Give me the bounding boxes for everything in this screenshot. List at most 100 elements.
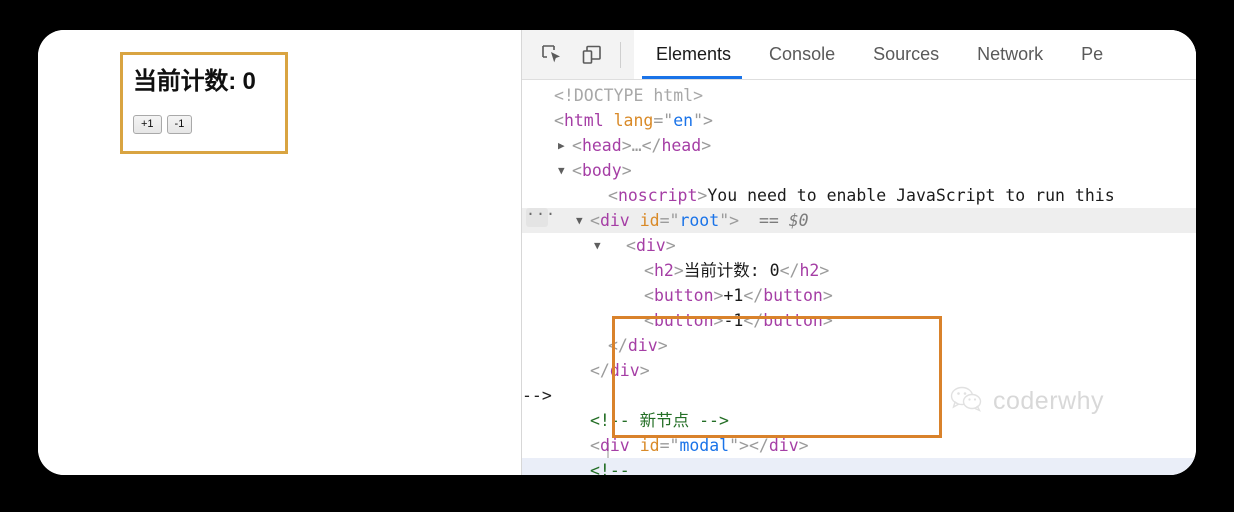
dom-row-inner-div[interactable]: ▼ <div>: [522, 233, 1196, 258]
collapse-arrow-icon[interactable]: ▼: [558, 158, 565, 183]
dom-row-head[interactable]: ▶ <head>…</head>: [522, 133, 1196, 158]
device-toolbar-icon[interactable]: [580, 43, 604, 67]
increment-button[interactable]: +1: [133, 115, 162, 134]
button-plus-markup: <button>+1</button>: [626, 286, 833, 305]
equals: =": [659, 211, 680, 230]
tab-network[interactable]: Network: [958, 30, 1062, 79]
h2-text: 当前计数: 0: [683, 261, 780, 280]
dom-row-doctype[interactable]: <!DOCTYPE html>: [522, 83, 1196, 108]
angle-open: <: [572, 161, 582, 180]
angle-close: >: [673, 261, 684, 280]
button-tag-name: button: [653, 311, 714, 330]
button-tag-name-close: button: [763, 286, 823, 305]
inner-div-tag-name-close: div: [627, 336, 658, 355]
button-minus-markup: <button>-1</button>: [626, 311, 833, 330]
dom-row-modal-div[interactable]: <div id="modal"></div>: [522, 433, 1196, 458]
tab-sources[interactable]: Sources: [854, 30, 958, 79]
inner-div-tag-name: div: [635, 236, 666, 255]
id-attr-name: id: [639, 211, 660, 230]
angle-open: <: [644, 261, 654, 280]
counter-button-group: +1 -1: [133, 115, 193, 134]
dom-row-body[interactable]: ▼ <body>: [522, 158, 1196, 183]
inspect-element-icon[interactable]: [540, 43, 564, 67]
modal-id-value: modal: [679, 436, 730, 455]
comment-new-node-text: <!-- 新节点 -->: [590, 411, 729, 430]
angle-close: >: [657, 336, 668, 355]
id-attr-name: id: [639, 436, 660, 455]
button-tag-name: button: [653, 286, 714, 305]
root-div-tag-name: div: [599, 211, 630, 230]
collapse-arrow-icon[interactable]: ▼: [594, 233, 601, 258]
angle-close: >: [621, 161, 632, 180]
decrement-button[interactable]: -1: [166, 115, 193, 134]
tab-network-label: Network: [977, 44, 1044, 64]
angle-open: <: [626, 236, 636, 255]
modal-div-tag-name-close: div: [768, 436, 799, 455]
dom-tree[interactable]: <!DOCTYPE html> <html lang="en"> ▶ < head…: [522, 80, 1196, 475]
devtools-toolbar: Elements Console Sources Network Pe: [522, 30, 1196, 80]
button-plus-text: +1: [723, 286, 744, 305]
angle-close: >: [639, 361, 650, 380]
body-tag-name: body: [581, 161, 622, 180]
selected-node-marker-text: == $0: [758, 211, 809, 230]
dom-row-comment-open[interactable]: <!--: [522, 458, 1196, 475]
equals: =": [653, 111, 674, 130]
quote-close: ">: [719, 211, 740, 230]
tab-elements[interactable]: Elements: [634, 30, 750, 79]
browser-preview-pane: 当前计数: 0 +1 -1: [38, 30, 521, 475]
noscript-tag-name: noscript: [617, 186, 698, 205]
angle-close: >: [701, 136, 712, 155]
h2-tag-name: h2: [653, 261, 674, 280]
dom-row-button-minus[interactable]: <button>-1</button>: [522, 308, 1196, 333]
modal-div-tag-name: div: [599, 436, 630, 455]
noscript-text: You need to enable JavaScript to run thi…: [707, 186, 1115, 205]
angle-open-close: </: [641, 136, 662, 155]
dom-row-inner-div-close[interactable]: </div>: [522, 333, 1196, 358]
counter-heading: 当前计数: 0: [133, 68, 256, 95]
comment-open-text: <!--: [590, 461, 630, 475]
tab-console[interactable]: Console: [750, 30, 854, 79]
more-nodes-badge[interactable]: ···: [526, 207, 555, 227]
angle-close: >: [713, 286, 724, 305]
angle-open: <: [572, 136, 582, 155]
button-minus-text: -1: [723, 311, 744, 330]
angle-open: <: [644, 311, 654, 330]
angle-close: >: [697, 186, 708, 205]
h2-markup: <h2>当前计数: 0</h2>: [626, 261, 829, 280]
tab-performance-label: Pe: [1081, 44, 1104, 64]
dom-row-h2[interactable]: <h2>当前计数: 0</h2>: [522, 258, 1196, 283]
h2-tag-name-close: h2: [799, 261, 820, 280]
angle-open: <: [608, 186, 618, 205]
dom-row-root-div[interactable]: ··· ▼ <div id="root"> == $0: [522, 207, 1196, 233]
dom-row-comment-new-node[interactable]: <!-- 新节点 -->: [522, 408, 1196, 433]
equals: =": [659, 436, 680, 455]
tab-elements-label: Elements: [656, 44, 732, 64]
head-tag-name-close: head: [661, 136, 702, 155]
collapse-arrow-icon[interactable]: ▼: [576, 208, 583, 233]
quote-close: ">: [693, 111, 713, 130]
tab-performance[interactable]: Pe: [1062, 30, 1122, 79]
doctype-text: <!DOCTYPE html>: [554, 86, 704, 105]
expand-arrow-icon[interactable]: ▶: [558, 133, 565, 158]
screenshot-card: 当前计数: 0 +1 -1 Elements Console Sources N…: [38, 30, 1196, 475]
devtools-tab-bar: Elements Console Sources Network Pe: [634, 30, 1196, 79]
tab-console-label: Console: [769, 44, 836, 64]
lang-attr-value: en: [673, 111, 694, 130]
angle-close: >: [819, 261, 830, 280]
dom-row-noscript[interactable]: <noscript>You need to enable JavaScript …: [522, 183, 1196, 208]
dom-row-button-plus[interactable]: <button>+1</button>: [522, 283, 1196, 308]
angle-open-close: </: [590, 361, 610, 380]
angle-open: <: [644, 286, 654, 305]
root-div-tag-name-close: div: [609, 361, 640, 380]
dom-row-root-div-close[interactable]: </div>: [522, 358, 1196, 383]
button-tag-name-close: button: [763, 311, 823, 330]
angle-open-close: </: [608, 336, 628, 355]
dom-row-html[interactable]: <html lang="en">: [522, 108, 1196, 133]
angle-open-close: </: [743, 286, 764, 305]
devtools-toolbar-icons: [522, 30, 634, 79]
angle-open: <: [590, 436, 600, 455]
root-id-value: root: [679, 211, 720, 230]
